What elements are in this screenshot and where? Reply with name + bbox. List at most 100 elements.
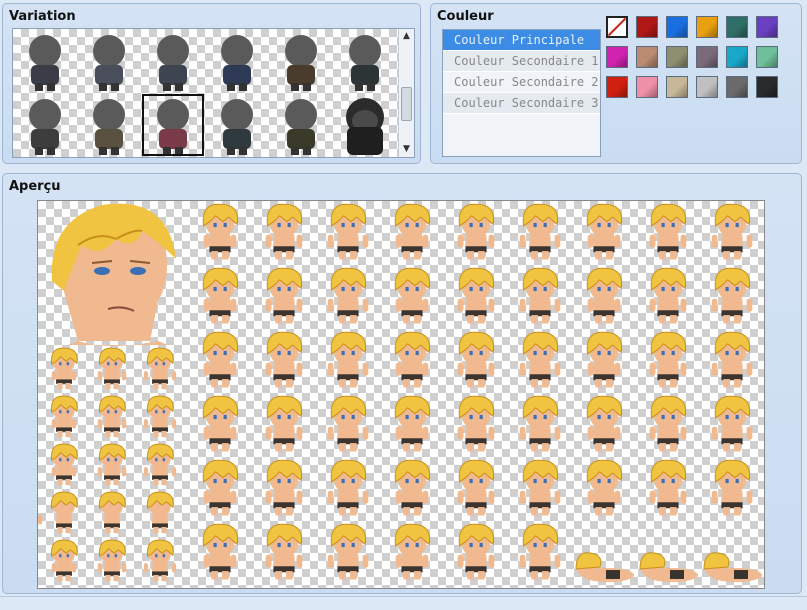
color-swatch[interactable] xyxy=(636,46,658,68)
color-swatch[interactable] xyxy=(756,16,778,38)
color-swatch[interactable] xyxy=(726,76,748,98)
scroll-down-arrow-icon[interactable]: ▼ xyxy=(399,142,414,157)
character-sprite xyxy=(143,347,177,390)
character-sprite xyxy=(457,395,495,452)
character-sprite xyxy=(265,203,303,260)
character-sprite xyxy=(202,267,239,324)
character-silhouette-icon xyxy=(346,98,384,155)
character-sprite xyxy=(394,523,431,580)
character-sprite xyxy=(457,331,495,388)
character-sprite xyxy=(519,523,561,580)
character-silhouette-icon xyxy=(93,99,125,155)
color-swatch[interactable] xyxy=(666,16,688,38)
character-sprite xyxy=(327,395,369,452)
color-swatch[interactable] xyxy=(696,76,718,98)
character-sprite xyxy=(202,395,239,452)
character-silhouette-icon xyxy=(157,99,189,155)
color-swatch[interactable] xyxy=(666,76,688,98)
color-swatch[interactable] xyxy=(756,46,778,68)
character-sprite xyxy=(586,331,623,388)
color-swatch[interactable] xyxy=(636,76,658,98)
variation-option[interactable] xyxy=(13,29,77,93)
apercu-panel: Aperçu xyxy=(2,173,802,594)
character-sprite xyxy=(265,395,303,452)
character-sprite xyxy=(265,267,303,324)
character-sprite xyxy=(202,459,239,516)
character-sprite xyxy=(265,523,303,580)
color-layer-list[interactable]: Couleur Principale Couleur Secondaire 1 Co… xyxy=(442,29,601,157)
character-sprite xyxy=(457,203,495,260)
apercu-title: Aperçu xyxy=(9,179,61,194)
character-sprite xyxy=(97,347,127,390)
character-sprite xyxy=(327,203,369,260)
variation-grid[interactable]: ▲ ▼ xyxy=(12,28,415,158)
color-swatch[interactable] xyxy=(726,46,748,68)
variation-option[interactable] xyxy=(13,93,77,157)
character-sprite xyxy=(711,331,753,388)
character-sprite xyxy=(519,395,561,452)
scroll-thumb[interactable] xyxy=(401,87,412,121)
color-layer-item[interactable]: Couleur Secondaire 3 xyxy=(443,93,600,114)
variation-option[interactable] xyxy=(205,93,269,157)
variation-option[interactable] xyxy=(77,93,141,157)
character-silhouette-icon xyxy=(285,35,317,91)
character-sprite xyxy=(519,203,561,260)
character-sprite xyxy=(143,395,177,438)
character-silhouette-icon xyxy=(29,35,61,91)
character-sprite xyxy=(649,459,687,516)
character-sprite xyxy=(143,443,177,486)
character-sprite xyxy=(38,491,126,534)
character-sprite xyxy=(711,267,753,324)
color-swatch[interactable] xyxy=(606,46,628,68)
color-layer-item[interactable]: Couleur Secondaire 1 xyxy=(443,51,600,72)
color-swatch[interactable] xyxy=(606,76,628,98)
character-sprite xyxy=(327,267,369,324)
variation-panel: Variation ▲ ▼ xyxy=(2,3,421,164)
scroll-up-arrow-icon[interactable]: ▲ xyxy=(399,29,414,44)
variation-scrollbar[interactable]: ▲ ▼ xyxy=(398,29,414,157)
character-sprite xyxy=(586,459,623,516)
color-swatch[interactable] xyxy=(756,76,778,98)
character-sprite xyxy=(649,331,687,388)
character-sprite xyxy=(97,539,127,582)
color-swatch[interactable] xyxy=(696,16,718,38)
character-sprite xyxy=(394,331,431,388)
variation-option[interactable] xyxy=(333,93,397,157)
character-sprite xyxy=(519,331,561,388)
character-sprite xyxy=(394,395,431,452)
character-sprite xyxy=(50,443,78,486)
character-sprite xyxy=(327,459,369,516)
variation-option[interactable] xyxy=(333,29,397,93)
character-sprite xyxy=(457,267,495,324)
face-portrait xyxy=(51,203,176,346)
color-swatch[interactable] xyxy=(726,16,748,38)
no-color-swatch[interactable] xyxy=(606,16,628,38)
character-silhouette-icon xyxy=(349,35,381,91)
character-silhouette-icon xyxy=(221,35,253,91)
character-sprite-lying xyxy=(575,552,634,582)
color-swatch[interactable] xyxy=(666,46,688,68)
character-sprite xyxy=(586,267,623,324)
variation-option[interactable] xyxy=(269,93,333,157)
color-layer-item[interactable]: Couleur Secondaire 2 xyxy=(443,72,600,93)
character-sprite xyxy=(202,203,239,260)
color-layer-item[interactable]: Couleur Principale xyxy=(443,30,600,51)
character-sprite-lying xyxy=(639,552,698,582)
character-sprite xyxy=(519,459,561,516)
variation-option[interactable] xyxy=(141,29,205,93)
character-sprite xyxy=(202,331,239,388)
character-sprite xyxy=(50,395,78,438)
variation-option[interactable] xyxy=(269,29,333,93)
couleur-title: Couleur xyxy=(437,9,494,24)
character-silhouette-icon xyxy=(93,35,125,91)
variation-option[interactable] xyxy=(77,29,141,93)
character-sprite xyxy=(97,443,127,486)
character-sprite xyxy=(711,395,753,452)
color-swatch[interactable] xyxy=(636,16,658,38)
color-swatch[interactable] xyxy=(696,46,718,68)
variation-option[interactable] xyxy=(205,29,269,93)
character-sprite xyxy=(394,459,431,516)
character-sprite xyxy=(649,267,687,324)
character-silhouette-icon xyxy=(221,99,253,155)
variation-option[interactable] xyxy=(141,93,205,157)
